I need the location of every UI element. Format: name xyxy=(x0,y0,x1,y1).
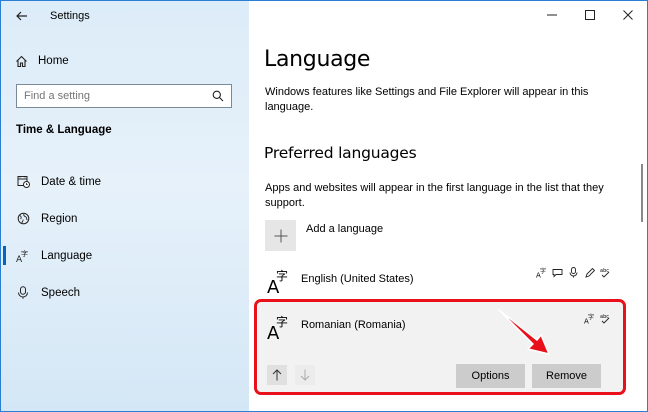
sidebar-item-label: Speech xyxy=(41,286,81,299)
page-title: Language xyxy=(264,47,371,72)
close-icon xyxy=(623,10,633,20)
app-title: Settings xyxy=(50,10,90,22)
svg-text:字: 字 xyxy=(21,249,28,258)
search-input[interactable] xyxy=(24,90,194,102)
annotation-arrow-icon xyxy=(498,309,550,355)
globe-icon xyxy=(16,212,30,226)
preferred-languages-description: Apps and websites will appear in the fir… xyxy=(265,182,604,209)
calendar-clock-icon xyxy=(16,175,30,189)
language-icon: A字 xyxy=(16,249,30,263)
maximize-button[interactable] xyxy=(571,1,609,29)
section-title: Time & Language xyxy=(16,124,112,136)
plus-icon xyxy=(265,220,296,251)
spellcheck-icon: abc xyxy=(600,267,611,278)
language-item-english[interactable]: A字 English (United States) A字 abc xyxy=(265,267,615,298)
search-box[interactable] xyxy=(16,84,232,108)
minimize-button[interactable] xyxy=(533,1,571,29)
sidebar-item-language[interactable]: A字 Language xyxy=(1,237,249,274)
add-language-button[interactable]: Add a language xyxy=(265,220,383,251)
sidebar: Settings Home Time & Language Date & tim… xyxy=(1,1,249,411)
home-label: Home xyxy=(38,55,69,67)
add-language-label: Add a language xyxy=(306,223,384,235)
preferred-languages-title: Preferred languages xyxy=(264,144,417,162)
sidebar-item-date-time[interactable]: Date & time xyxy=(1,163,249,200)
language-name: English (United States) xyxy=(301,273,414,285)
title-bar: Settings xyxy=(1,1,249,31)
language-features: A字 abc xyxy=(536,267,611,278)
sidebar-item-label: Language xyxy=(41,249,93,262)
search-icon xyxy=(212,90,224,102)
highlight-box xyxy=(254,299,626,395)
back-button[interactable] xyxy=(9,5,35,27)
speech-bubble-icon xyxy=(552,267,563,278)
home-icon xyxy=(16,55,27,67)
sidebar-nav: Date & time Region A字 Language Speech xyxy=(1,163,249,311)
main-content: Language Windows features like Settings … xyxy=(249,1,647,411)
sidebar-item-region[interactable]: Region xyxy=(1,200,249,237)
page-description: Windows features like Settings and File … xyxy=(265,86,589,113)
window-controls xyxy=(533,1,647,31)
scrollbar[interactable] xyxy=(641,164,643,222)
maximize-icon xyxy=(585,10,595,20)
handwriting-icon xyxy=(584,267,595,278)
microphone-feature-icon xyxy=(568,267,579,278)
close-button[interactable] xyxy=(609,1,647,29)
sidebar-item-label: Region xyxy=(41,212,78,225)
display-language-icon: A字 xyxy=(536,267,547,278)
language-glyph-icon: A字 xyxy=(265,267,293,298)
home-link[interactable]: Home xyxy=(15,51,69,71)
microphone-icon xyxy=(16,286,30,300)
svg-text:字: 字 xyxy=(276,268,288,283)
back-arrow-icon xyxy=(16,11,27,21)
sidebar-item-label: Date & time xyxy=(41,175,102,188)
svg-text:字: 字 xyxy=(540,267,546,275)
sidebar-item-speech[interactable]: Speech xyxy=(1,274,249,311)
minimize-icon xyxy=(547,14,557,16)
